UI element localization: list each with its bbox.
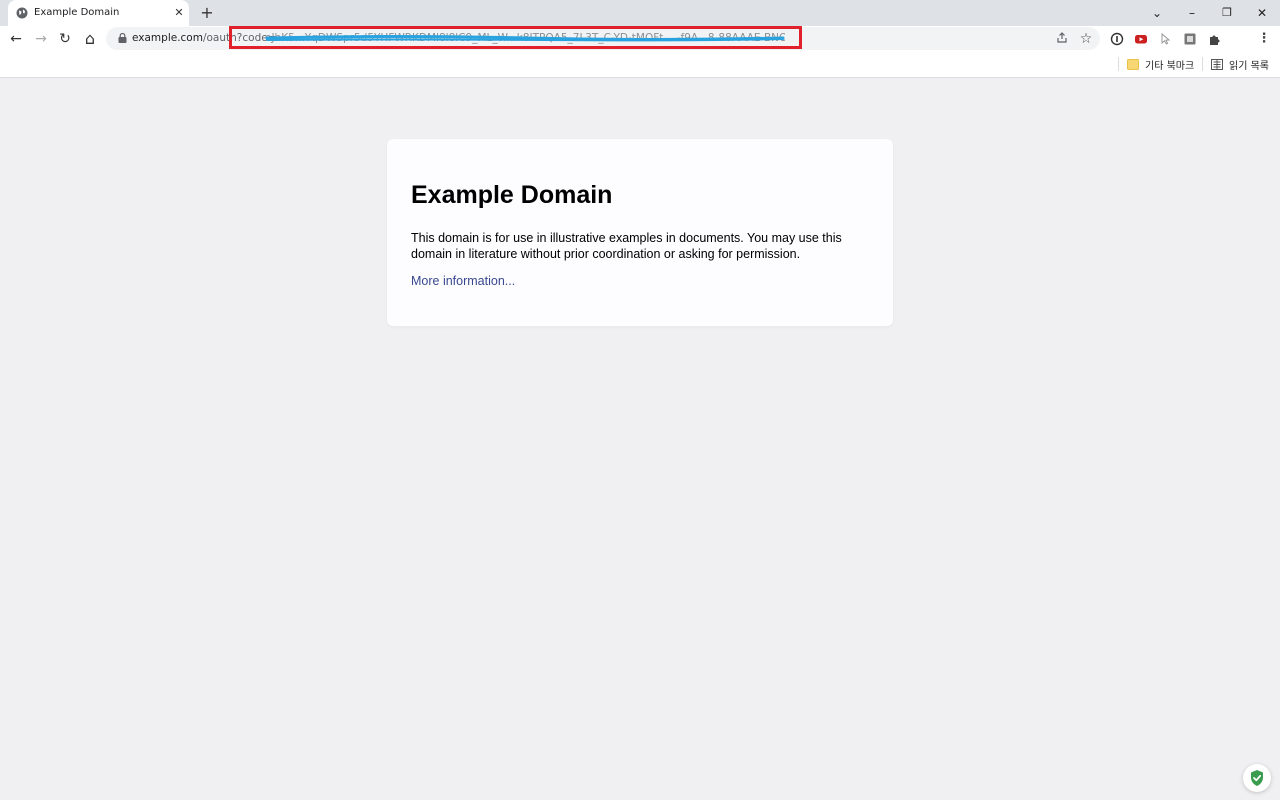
other-bookmarks[interactable]: 기타 북마크 xyxy=(1127,57,1194,72)
reading-list[interactable]: 읽기 목록 xyxy=(1211,57,1269,72)
folder-icon xyxy=(1127,59,1139,70)
youtube-extension-icon[interactable] xyxy=(1134,32,1148,46)
minimize-button[interactable]: – xyxy=(1181,4,1203,22)
tab-title: Example Domain xyxy=(34,7,120,18)
new-tab-button[interactable]: + xyxy=(198,4,216,22)
url-host: example.com xyxy=(132,32,203,44)
bookmark-separator xyxy=(1118,57,1119,71)
star-icon[interactable]: ☆ xyxy=(1079,32,1093,46)
back-button[interactable]: ← xyxy=(7,30,25,48)
tab-strip: Example Domain ✕ + ⌄ – ❐ ✕ xyxy=(0,0,1280,26)
highlight-box xyxy=(229,26,802,49)
content-card: Example Domain This domain is for use in… xyxy=(387,139,893,326)
security-extension-badge[interactable] xyxy=(1243,764,1271,792)
reading-list-label: 읽기 목록 xyxy=(1229,61,1269,72)
browser-toolbar: ← → ↻ ⌂ example.com/oauth?code= eJhK5...… xyxy=(0,26,1280,52)
bookmarks-bar: 기타 북마크 읽기 목록 xyxy=(0,52,1280,78)
page-description: This domain is for use in illustrative e… xyxy=(411,231,842,261)
extension-info-icon[interactable] xyxy=(1110,32,1124,46)
share-icon[interactable] xyxy=(1055,32,1069,46)
lock-icon[interactable] xyxy=(118,33,127,43)
home-button[interactable]: ⌂ xyxy=(81,30,99,48)
forward-button[interactable]: → xyxy=(32,30,50,48)
close-tab-icon[interactable]: ✕ xyxy=(171,5,187,21)
page-title: Example Domain xyxy=(411,181,613,209)
capture-extension-icon[interactable] xyxy=(1183,32,1197,46)
bookmark-separator xyxy=(1202,57,1203,71)
reload-button[interactable]: ↻ xyxy=(56,30,74,48)
more-information-link[interactable]: More information... xyxy=(411,274,515,288)
reading-list-icon xyxy=(1211,59,1223,70)
puzzle-icon[interactable] xyxy=(1208,32,1222,46)
shield-check-icon xyxy=(1251,770,1263,786)
chevron-down-icon[interactable]: ⌄ xyxy=(1146,4,1168,22)
other-bookmarks-label: 기타 북마크 xyxy=(1145,61,1195,72)
window-close-button[interactable]: ✕ xyxy=(1251,4,1273,22)
cursor-extension-icon[interactable] xyxy=(1159,32,1173,46)
menu-kebab-icon[interactable]: ⋮ xyxy=(1257,32,1271,46)
browser-tab[interactable]: Example Domain ✕ xyxy=(8,0,189,26)
globe-icon xyxy=(16,7,28,19)
restore-button[interactable]: ❐ xyxy=(1216,4,1238,22)
